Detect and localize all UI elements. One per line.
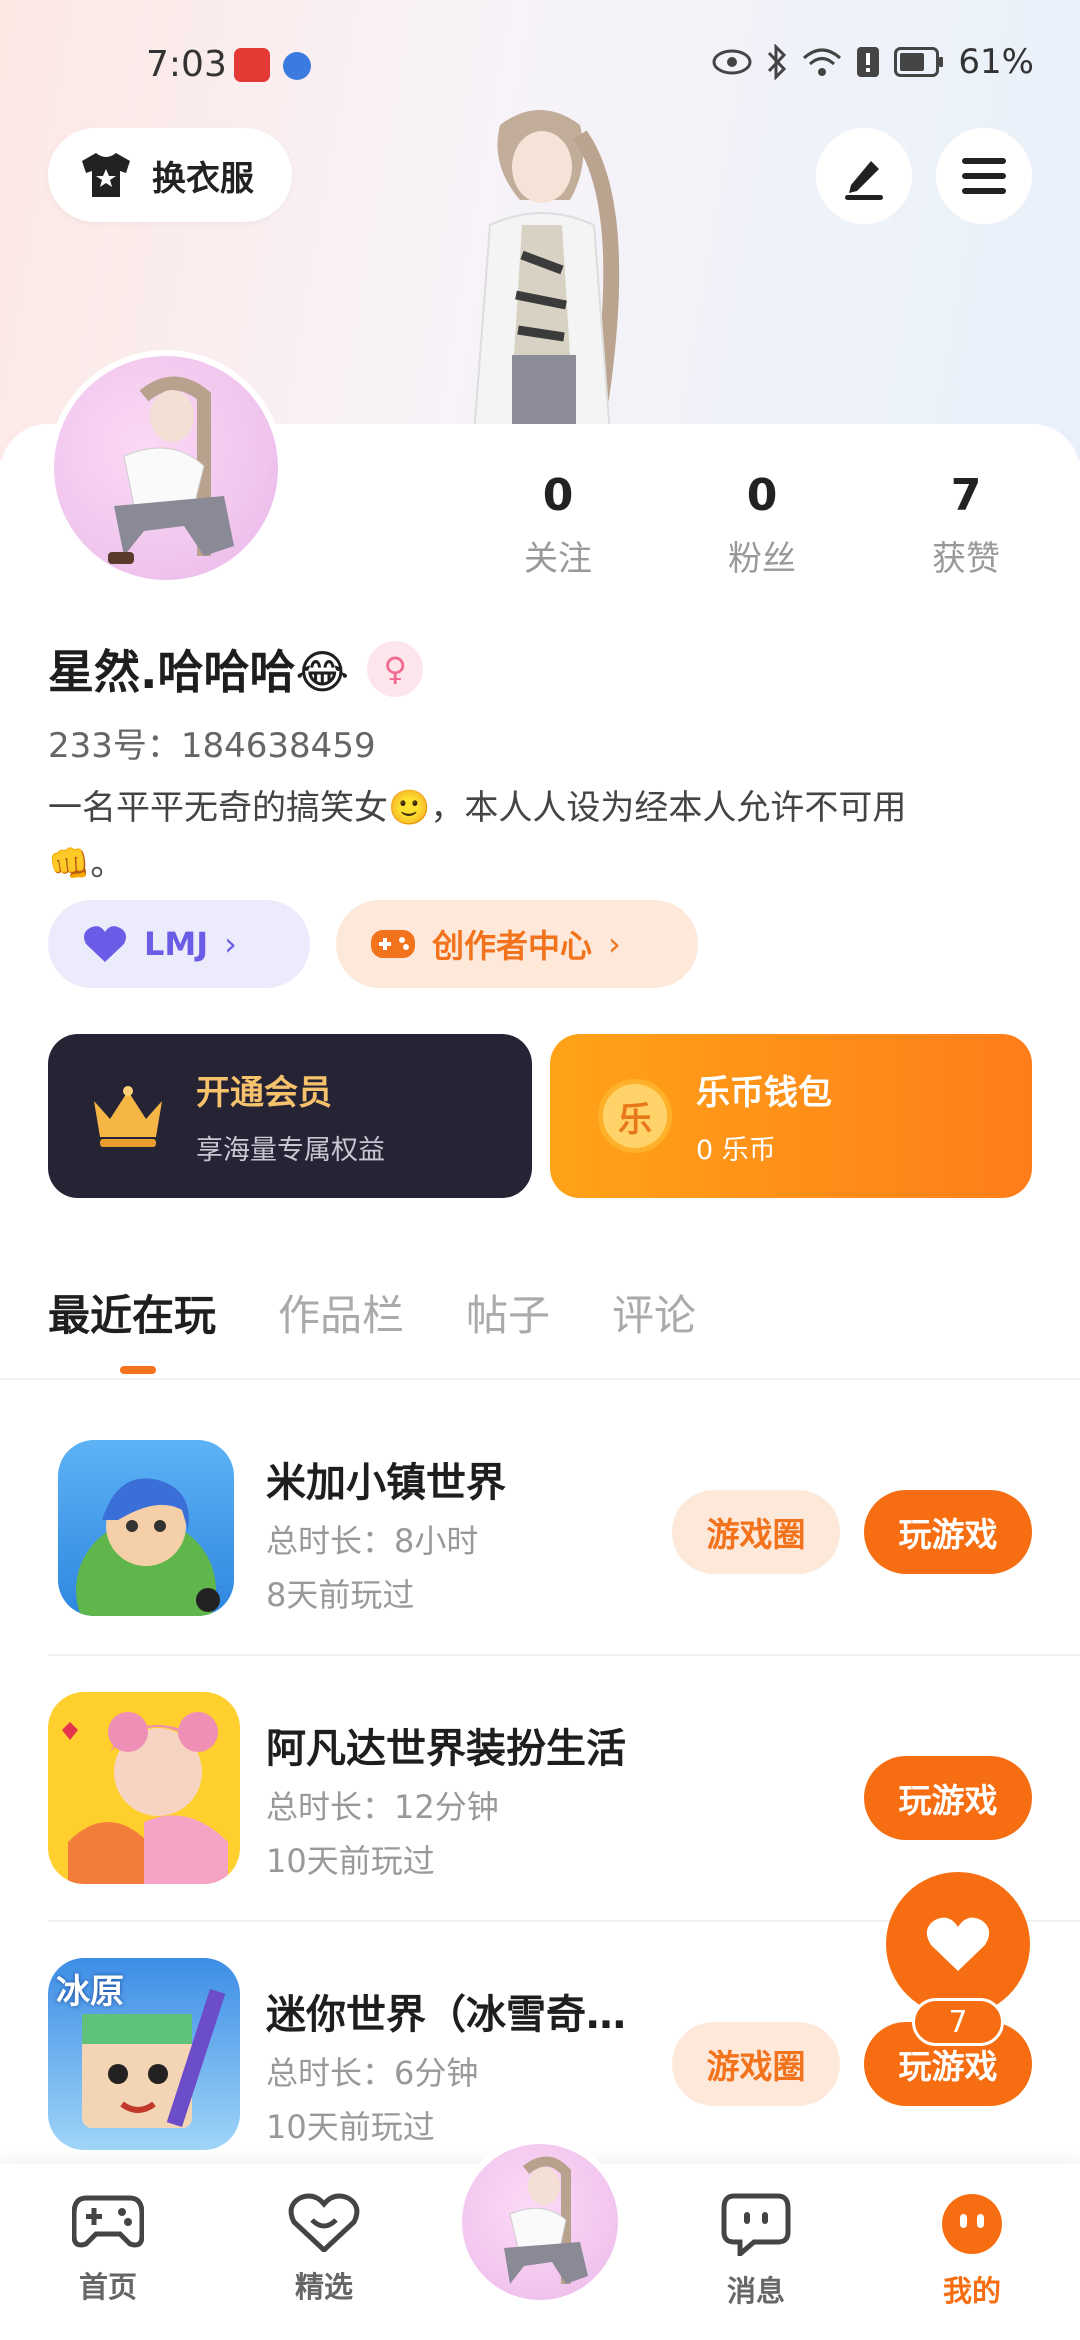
alert-icon — [857, 47, 880, 77]
play-game-button[interactable]: 玩游戏 — [864, 1490, 1032, 1574]
following-label: 关注 — [524, 539, 592, 579]
nav-me[interactable]: 我的 — [902, 2192, 1042, 2310]
wallet-title: 乐币钱包 — [696, 1073, 832, 1113]
game-list-item[interactable]: 米加小镇世界 总时长：8小时 8天前玩过 游戏圈 玩游戏 — [48, 1390, 1080, 1656]
bluetooth-icon — [768, 44, 787, 80]
game-circle-button[interactable]: 游戏圈 — [672, 1490, 840, 1574]
game-last-played: 10天前玩过 — [266, 2108, 435, 2146]
game-title: 米加小镇世界 — [266, 1460, 506, 1506]
tab-posts[interactable]: 帖子 — [466, 1282, 550, 1343]
game-title: 迷你世界（冰雪奇… — [266, 1992, 626, 2038]
game-icon-mini-world[interactable]: 冰原 — [48, 1958, 240, 2150]
status-time: 7:03 — [146, 44, 227, 85]
notification-app-icon — [234, 48, 270, 82]
game-circle-button[interactable]: 游戏圈 — [672, 2022, 840, 2106]
bio-line-2: 👊。 — [48, 844, 125, 884]
like-count-badge: 7 — [912, 1998, 1004, 2046]
user-id: 233号：184638459 — [48, 726, 376, 766]
profile-bio: 一名平平无奇的搞笑女🙂，本人人设为经本人允许不可用 👊。 — [48, 780, 1028, 892]
game-title: 阿凡达世界装扮生活 — [266, 1726, 626, 1772]
female-gender-icon: ♀ — [367, 641, 424, 697]
game-icon-avatar-world[interactable] — [48, 1692, 240, 1884]
coin-wallet-card[interactable]: 乐 乐币钱包 0 乐币 — [550, 1034, 1032, 1198]
vip-subtitle: 享海量专属权益 — [196, 1135, 385, 1166]
nav-home-label: 首页 — [78, 2270, 137, 2304]
profile-name: 星然.哈哈哈😂 — [48, 645, 350, 699]
game-duration: 总时长：8小时 — [266, 1522, 479, 1560]
tshirt-icon — [82, 153, 130, 197]
nav-home[interactable]: 首页 — [38, 2192, 178, 2306]
nav-messages-label: 消息 — [726, 2274, 785, 2308]
likes-label: 获赞 — [932, 539, 1000, 579]
game-icon-text: 冰原 — [56, 1972, 124, 2012]
game-duration: 总时长：12分钟 — [266, 1788, 499, 1826]
tab-recently-played[interactable]: 最近在玩 — [48, 1282, 216, 1343]
game-icon-miga-town[interactable] — [58, 1440, 234, 1616]
battery-icon — [894, 47, 944, 77]
gamepad-icon — [71, 2195, 145, 2248]
wallet-subtitle: 0 乐币 — [696, 1135, 776, 1166]
message-icon — [721, 2193, 791, 2260]
battery-percent: 61% — [958, 42, 1034, 82]
edit-profile-button[interactable] — [816, 128, 912, 224]
following-count: 0 — [542, 470, 574, 521]
pen-icon — [845, 161, 883, 200]
status-icons: 61% — [712, 42, 1034, 82]
eye-icon — [712, 49, 752, 75]
likes-stat[interactable]: 7 获赞 — [886, 470, 1046, 580]
wifi-icon — [803, 48, 842, 76]
character-figure — [430, 105, 670, 436]
chevron-right-icon: › — [224, 925, 237, 963]
chevron-right-icon: › — [608, 925, 621, 963]
menu-button[interactable] — [936, 128, 1032, 224]
game-duration: 总时长：6分钟 — [266, 2054, 479, 2092]
game-last-played: 10天前玩过 — [266, 1842, 435, 1880]
nav-featured[interactable]: 精选 — [254, 2192, 394, 2306]
followers-label: 粉丝 — [728, 539, 796, 579]
avatar[interactable] — [48, 350, 284, 586]
status-bar: 7:03 61% — [0, 36, 1080, 96]
coin-icon-char: 乐 — [618, 1099, 652, 1140]
nav-featured-label: 精选 — [294, 2270, 353, 2304]
tab-comments[interactable]: 评论 — [612, 1282, 696, 1343]
name-row: 星然.哈哈哈😂 ♀ — [48, 636, 424, 702]
coin-icon: 乐 — [598, 1079, 672, 1153]
play-game-button[interactable]: 玩游戏 — [864, 1756, 1032, 1840]
tabs-divider — [0, 1378, 1080, 1380]
game-last-played: 8天前玩过 — [266, 1576, 415, 1614]
notification-app-icon-2 — [283, 52, 311, 80]
heart-chat-icon — [288, 2193, 360, 2254]
vip-membership-card[interactable]: 开通会员 享海量专属权益 — [48, 1034, 532, 1198]
nav-messages[interactable]: 消息 — [686, 2192, 826, 2310]
nav-avatar-button[interactable] — [456, 2138, 624, 2306]
bio-line-1: 一名平平无奇的搞笑女🙂，本人人设为经本人允许不可用 — [48, 788, 907, 828]
vip-title: 开通会员 — [196, 1073, 332, 1113]
lmj-label: LMJ — [144, 925, 209, 963]
purple-heart-icon — [84, 926, 126, 962]
creator-center-button[interactable]: 创作者中心 › — [336, 900, 698, 988]
profile-page: 7:03 61% 换衣服 0 关注 0 粉丝 7 获赞 星然.哈哈哈😂 ♀ 23… — [0, 0, 1080, 2340]
followers-count: 0 — [746, 470, 778, 521]
like-fab-button[interactable] — [886, 1872, 1030, 2016]
gamepad-icon — [371, 930, 415, 958]
tab-works[interactable]: 作品栏 — [278, 1282, 404, 1343]
followers-stat[interactable]: 0 粉丝 — [682, 470, 842, 580]
crown-icon — [94, 1086, 162, 1147]
heart-icon — [926, 1917, 990, 1971]
change-outfit-label: 换衣服 — [152, 158, 254, 199]
creator-center-label: 创作者中心 — [432, 927, 593, 965]
change-outfit-button[interactable]: 换衣服 — [48, 128, 292, 222]
active-tab-indicator — [120, 1366, 156, 1374]
hamburger-menu-icon — [962, 158, 1006, 194]
likes-count: 7 — [950, 470, 982, 521]
lmj-badge-button[interactable]: LMJ › — [48, 900, 310, 988]
profile-tabs: 最近在玩 作品栏 帖子 评论 — [48, 1282, 696, 1343]
profile-face-icon — [942, 2194, 1002, 2254]
following-stat[interactable]: 0 关注 — [478, 470, 638, 580]
nav-me-label: 我的 — [942, 2274, 1001, 2308]
